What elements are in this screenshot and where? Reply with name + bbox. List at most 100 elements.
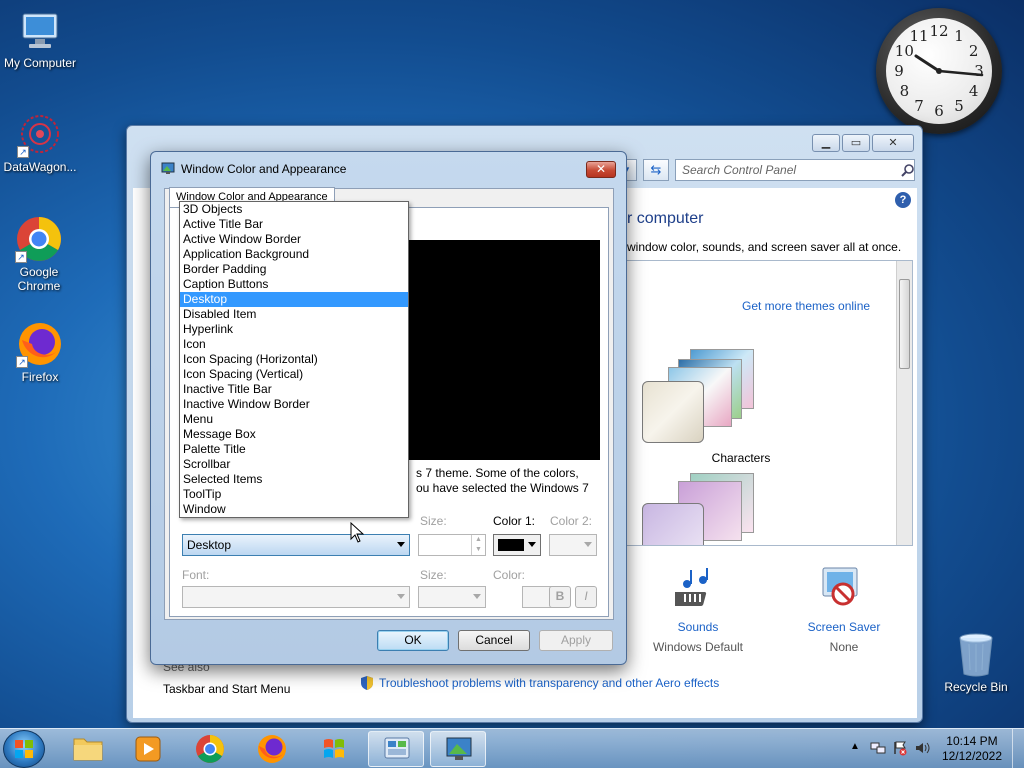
dropdown-option[interactable]: Caption Buttons [180,277,408,292]
dropdown-option[interactable]: Menu [180,412,408,427]
dropdown-option[interactable]: Icon Spacing (Vertical) [180,367,408,382]
themes-list[interactable]: Get more themes online Characters [625,260,913,546]
size-stepper[interactable]: ▲ ▼ [418,534,486,556]
color-1-swatch [498,539,524,551]
dropdown-option[interactable]: Icon [180,337,408,352]
dropdown-option[interactable]: Message Box [180,427,408,442]
theme-thumbnail-2[interactable] [642,473,766,545]
font-label: Font: [182,568,210,582]
sounds-icon[interactable] [669,568,719,612]
computer-icon [17,8,63,54]
clock-number: 11 [909,27,929,46]
taskbar-display-settings-button[interactable] [430,731,486,767]
taskbar-firefox-button[interactable] [244,731,300,767]
help-icon[interactable]: ? [895,192,911,208]
apply-button[interactable]: Apply [539,630,613,651]
color-2-picker[interactable] [549,534,597,556]
action-center-icon[interactable] [892,740,908,756]
item-dropdown-list[interactable]: 3D Objects Active Title Bar Active Window … [179,201,409,518]
scrollbar-thumb[interactable] [899,279,910,369]
maximize-button[interactable]: ▭ [842,134,870,152]
desktop-icon-firefox[interactable]: ↗ Firefox [0,320,80,384]
show-hidden-icons-icon[interactable]: ▲ [850,741,860,752]
desktop-icon-datawagon[interactable]: ↗ DataWagon... [0,112,80,174]
color-1-label: Color 1: [493,514,536,528]
firefox-icon [258,735,286,763]
dropdown-option[interactable]: Active Title Bar [180,217,408,232]
desktop-icon-label: My Computer [3,56,77,70]
taskbar: ▲ 10:14 PM 12/12/2022 [0,728,1024,768]
italic-button[interactable]: I [575,586,597,608]
clock-number: 12 [929,22,949,40]
cancel-button[interactable]: Cancel [458,630,530,651]
dropdown-option[interactable]: 3D Objects [180,202,408,217]
dropdown-option[interactable]: Inactive Window Border [180,397,408,412]
dropdown-option[interactable]: Selected Items [180,472,408,487]
taskbar-chrome-button[interactable] [182,731,238,767]
volume-icon[interactable] [914,740,930,756]
dropdown-option[interactable]: Scrollbar [180,457,408,472]
color-2-label: Color 2: [550,514,593,528]
desktop-icon-google-chrome[interactable]: ↗ Google Chrome [0,215,78,293]
chevron-down-icon [397,594,405,599]
desktop-icon-label: Firefox [21,370,59,384]
bold-button[interactable]: B [549,586,571,608]
desktop-icon-recycle-bin[interactable]: Recycle Bin [936,630,1016,694]
page-heading: r computer [627,210,704,227]
desktop-icon-my-computer[interactable]: My Computer [0,8,80,70]
themes-scrollbar[interactable] [896,261,912,545]
sounds-link[interactable]: Sounds [633,620,763,634]
item-select-value: Desktop [187,538,232,552]
clock-gadget[interactable]: 12 1 2 3 4 5 6 7 8 9 10 11 [876,8,1002,134]
refresh-button[interactable]: ⇆ [643,159,669,181]
screen-saver-link[interactable]: Screen Saver [779,620,909,634]
size-label: Size: [420,514,447,528]
chevron-down-icon [528,542,536,547]
taskbar-clock[interactable]: 10:14 PM 12/12/2022 [942,734,1002,764]
dropdown-option[interactable]: Window [180,502,408,517]
font-color-label: Color: [493,568,526,582]
taskbar-media-player-button[interactable] [120,731,176,767]
dropdown-option[interactable]: Border Padding [180,262,408,277]
screen-saver-icon[interactable] [819,566,863,610]
dropdown-option[interactable]: Inactive Title Bar [180,382,408,397]
dropdown-option[interactable]: Active Window Border [180,232,408,247]
theme-characters-thumbnail[interactable] [642,349,766,445]
clock-number: 6 [934,102,944,120]
datawagon-icon: ↗ [17,112,63,158]
item-select[interactable]: Desktop [182,534,410,556]
media-player-icon [135,736,161,762]
taskbar-explorer-button[interactable] [60,731,116,767]
show-desktop-button[interactable] [1012,729,1024,768]
dialog-close-button[interactable]: ✕ [586,161,616,178]
network-icon[interactable] [870,740,886,756]
taskbar-control-panel-button[interactable] [368,731,424,767]
windows-logo-icon [15,740,33,758]
clock-face: 12 1 2 3 4 5 6 7 8 9 10 11 [886,18,992,124]
search-input[interactable]: Search Control Panel [675,159,915,181]
page-subtext: window color, sounds, and screen saver a… [627,240,902,254]
dropdown-option[interactable]: Hyperlink [180,322,408,337]
taskbar-windows-button[interactable] [306,731,362,767]
recycle-bin-icon [955,630,997,678]
dropdown-option[interactable]: Desktop [180,292,408,307]
color-1-picker[interactable] [493,534,541,556]
mouse-cursor-icon [350,521,365,544]
minimize-button[interactable]: ▁ [812,134,840,152]
start-button[interactable] [3,730,45,768]
font-select[interactable] [182,586,410,608]
font-size-select[interactable] [418,586,486,608]
desktop-icon-label: Google Chrome [17,265,61,293]
dropdown-option[interactable]: Disabled Item [180,307,408,322]
troubleshoot-link[interactable]: Troubleshoot problems with transparency … [379,676,719,690]
dropdown-option[interactable]: Palette Title [180,442,408,457]
close-button[interactable]: ✕ [872,134,914,152]
system-tray: ▲ 10:14 PM 12/12/2022 [844,729,1024,768]
dropdown-option[interactable]: Icon Spacing (Horizontal) [180,352,408,367]
get-more-themes-link[interactable]: Get more themes online [742,299,870,313]
dropdown-option[interactable]: Application Background [180,247,408,262]
shortcut-arrow-icon: ↗ [16,356,28,368]
ok-button[interactable]: OK [377,630,449,651]
dropdown-option[interactable]: ToolTip [180,487,408,502]
taskbar-start-menu-link[interactable]: Taskbar and Start Menu [163,682,290,696]
